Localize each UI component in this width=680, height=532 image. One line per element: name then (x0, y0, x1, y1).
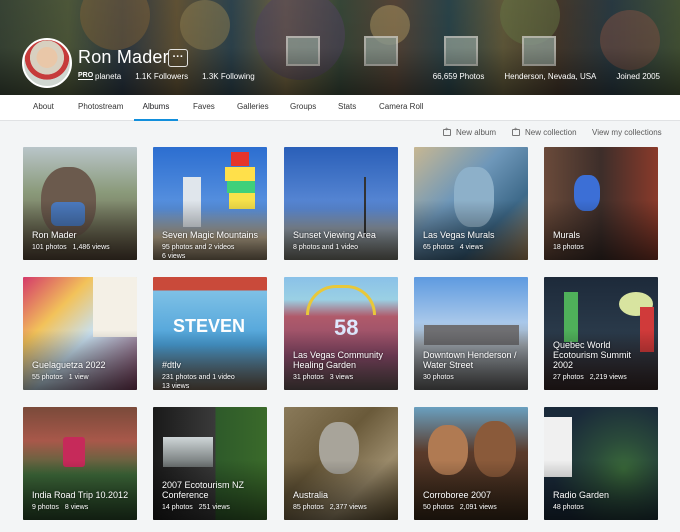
profile-name: Ron Mader (78, 47, 169, 67)
album-title: Las Vegas Community Healing Garden (293, 350, 384, 370)
album-title: Australia (293, 490, 329, 500)
album-card[interactable]: Australia 85 photos 2,377 views (284, 407, 398, 520)
album-title: India Road Trip 10.2012 (32, 490, 129, 500)
album-meta: 27 photos 2,219 views (553, 374, 627, 381)
location: Henderson, Nevada, USA (504, 72, 597, 81)
album-meta: 85 photos 2,377 views (293, 504, 367, 511)
album-meta: 65 photos 4 views (423, 244, 484, 251)
photos-count: 66,659 Photos (432, 72, 485, 81)
tab-stats[interactable]: Stats (337, 95, 357, 121)
album-card[interactable]: Seven Magic Mountains 95 photos and 2 vi… (153, 147, 267, 260)
album-meta: 55 photos 1 view (32, 374, 89, 381)
album-card[interactable]: Downtown Henderson / Water Street 30 pho… (414, 277, 528, 390)
album-card[interactable]: 2007 Ecotourism NZ Conference 14 photos 2… (153, 407, 267, 520)
username: planeta (95, 72, 122, 81)
album-card[interactable]: Radio Garden 48 photos (544, 407, 658, 520)
album-title: Seven Magic Mountains (162, 230, 259, 240)
album-card[interactable]: Quebec World Ecotourism Summit 2002 27 p… (544, 277, 658, 390)
tab-camera-roll[interactable]: Camera Roll (378, 95, 424, 121)
profile-nav: About Photostream Albums Faves Galleries… (0, 95, 680, 121)
new-collection-label: New collection (525, 127, 577, 137)
album-title: Radio Garden (553, 490, 610, 500)
user-meta: planeta 1.1K Followers 1.3K Following (95, 72, 269, 81)
album-card[interactable]: Corroboree 2007 50 photos 2,091 views (414, 407, 528, 520)
tab-faves[interactable]: Faves (192, 95, 216, 121)
album-title: Sunset Viewing Area (293, 230, 376, 240)
album-meta: 101 photos 1,486 views (32, 244, 110, 251)
album-card[interactable]: India Road Trip 10.2012 9 photos 8 views (23, 407, 137, 520)
album-meta: 31 photos 3 views (293, 374, 354, 381)
album-card[interactable]: Sunset Viewing Area 8 photos and 1 video (284, 147, 398, 260)
tab-groups[interactable]: Groups (289, 95, 317, 121)
album-meta: 8 photos and 1 video (293, 244, 358, 251)
joined-date: Joined 2005 (616, 72, 660, 81)
more-options-button[interactable]: ··· (168, 49, 188, 67)
album-meta: 231 photos and 1 video (162, 374, 235, 381)
album-card[interactable]: 58 Las Vegas Community Healing Garden 31… (284, 277, 398, 390)
avatar[interactable] (22, 38, 72, 88)
following-link[interactable]: 1.3K Following (202, 72, 254, 81)
album-meta: 50 photos 2,091 views (423, 504, 497, 511)
profile-stats: 66,659 Photos Henderson, Nevada, USA Joi… (413, 72, 660, 81)
tab-about[interactable]: About (32, 95, 55, 121)
album-title: Quebec World Ecotourism Summit 2002 (553, 340, 632, 370)
new-album-label: New album (456, 127, 497, 137)
album-meta: 30 photos (423, 374, 454, 381)
tab-albums[interactable]: Albums (134, 95, 178, 121)
tab-galleries[interactable]: Galleries (236, 95, 270, 121)
album-title: Corroboree 2007 (423, 490, 492, 500)
album-card[interactable]: Ron Mader 101 photos 1,486 views (23, 147, 137, 260)
view-collections-link[interactable]: View my collections (592, 125, 662, 139)
album-title: Murals (553, 230, 581, 240)
album-card[interactable]: Murals 18 photos (544, 147, 658, 260)
album-card[interactable]: Guelaguetza 2022 55 photos 1 view (23, 277, 137, 390)
album-title: Guelaguetza 2022 (32, 360, 106, 370)
album-meta: 48 photos (553, 504, 584, 511)
album-title: #dtlv (162, 360, 182, 370)
album-card[interactable]: Las Vegas Murals 65 photos 4 views (414, 147, 528, 260)
view-collections-label: View my collections (592, 127, 662, 137)
new-album-icon (443, 127, 451, 136)
album-meta: 95 photos and 2 videos (162, 244, 235, 251)
album-views: 6 views (162, 253, 186, 260)
new-collection-button[interactable]: New collection (512, 125, 577, 139)
new-album-button[interactable]: New album (443, 125, 496, 139)
album-title: Downtown Henderson / Water Street (423, 350, 517, 370)
album-title: 2007 Ecotourism NZ Conference (162, 480, 245, 500)
followers-link[interactable]: 1.1K Followers (135, 72, 188, 81)
album-meta: 14 photos 251 views (162, 504, 230, 511)
album-meta: 9 photos 8 views (32, 504, 89, 511)
tab-photostream[interactable]: Photostream (77, 95, 124, 121)
album-title: Las Vegas Murals (423, 230, 495, 240)
pro-badge: PRO (78, 72, 94, 80)
album-card[interactable]: STEVEN #dtlv 231 photos and 1 video 13 v… (153, 277, 267, 390)
album-title: Ron Mader (32, 230, 77, 240)
album-meta: 18 photos (553, 244, 584, 251)
album-views: 13 views (162, 383, 190, 390)
new-collection-icon (512, 127, 520, 136)
